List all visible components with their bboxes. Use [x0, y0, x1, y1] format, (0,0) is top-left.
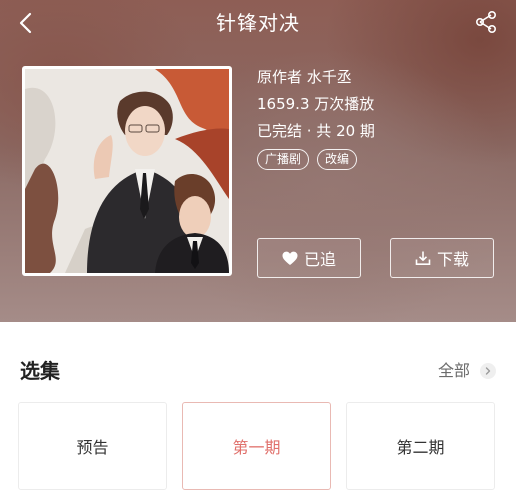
download-button[interactable]: 下载: [390, 238, 494, 278]
status-text: 已完结 · 共 20 期: [257, 122, 375, 140]
tag-adaptation[interactable]: 改编: [317, 149, 358, 170]
episode-item-trailer[interactable]: 预告: [18, 402, 167, 490]
cover-illustration: [25, 69, 229, 273]
see-all-label: 全部: [437, 361, 470, 380]
header-banner: 针锋对决 原作者 水千丞 1659.3 万次播放 已完结 · 共 20 期 广播…: [0, 0, 516, 322]
page-title: 针锋对决: [216, 11, 300, 35]
episode-list: 预告 第一期 第二期: [18, 402, 495, 490]
drama-info: 原作者 水千丞 1659.3 万次播放 已完结 · 共 20 期 广播剧 改编: [257, 68, 375, 170]
tag-radio-drama[interactable]: 广播剧: [257, 149, 310, 170]
download-icon: [415, 251, 431, 265]
follow-label: 已追: [303, 250, 336, 269]
episode-sheet: 选集 全部 预告 第一期 第二期: [0, 322, 516, 500]
play-count-text: 1659.3 万次播放: [257, 95, 375, 113]
section-title-episodes: 选集: [20, 359, 60, 383]
share-button[interactable]: [474, 10, 498, 34]
episode-item-1[interactable]: 第一期: [182, 402, 331, 490]
author-text: 原作者 水千丞: [257, 68, 352, 86]
follow-button[interactable]: 已追: [257, 238, 361, 278]
episode-item-2[interactable]: 第二期: [346, 402, 495, 490]
see-all-button[interactable]: 全部: [438, 360, 496, 382]
share-icon: [475, 10, 497, 34]
heart-icon: [282, 251, 298, 265]
download-label: 下载: [436, 250, 469, 269]
chevron-right-icon: [480, 363, 496, 379]
cover-art[interactable]: [22, 66, 232, 276]
tag-list: 广播剧 改编: [257, 149, 375, 170]
top-navigation-bar: 针锋对决: [0, 0, 516, 46]
